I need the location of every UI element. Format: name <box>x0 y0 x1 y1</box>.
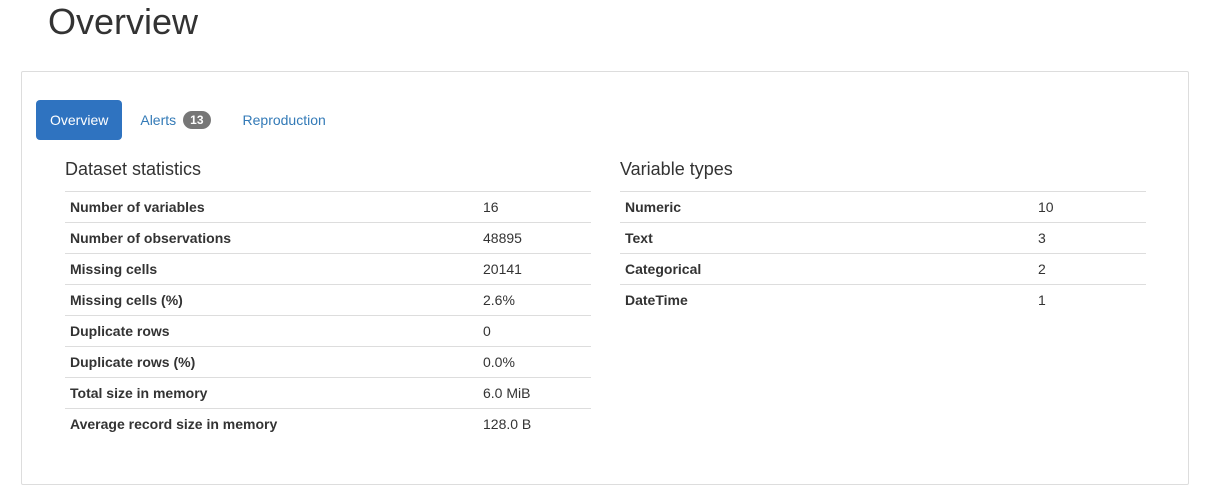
stat-value: 0 <box>478 315 591 347</box>
stat-label: Number of variables <box>65 191 478 223</box>
stat-value: 20141 <box>478 253 591 285</box>
type-label: Text <box>620 222 1033 254</box>
tab-reproduction-label: Reproduction <box>242 112 326 128</box>
table-row: Number of variables 16 <box>65 191 591 223</box>
tab-alerts-label: Alerts <box>140 112 177 128</box>
overview-panel: Overview Alerts 13 Reproduction Dataset … <box>21 71 1189 485</box>
type-label: Numeric <box>620 191 1033 223</box>
page-title: Overview <box>48 1 199 42</box>
stat-value: 6.0 MiB <box>478 377 591 409</box>
stat-label: Missing cells (%) <box>65 284 478 316</box>
variable-types-title: Variable types <box>620 159 733 179</box>
type-count: 10 <box>1033 191 1146 223</box>
stat-value: 48895 <box>478 222 591 254</box>
table-row: Duplicate rows 0 <box>65 315 591 347</box>
table-row: Text 3 <box>620 222 1146 254</box>
variable-types-section: Variable types Numeric 10 Text 3 Categor… <box>620 158 1146 316</box>
table-row: Categorical 2 <box>620 253 1146 285</box>
tab-reproduction[interactable]: Reproduction <box>229 100 340 140</box>
variable-types-table: Numeric 10 Text 3 Categorical 2 DateTime… <box>620 191 1146 316</box>
stat-label: Duplicate rows <box>65 315 478 347</box>
dataset-statistics-title: Dataset statistics <box>65 159 202 179</box>
table-row: Duplicate rows (%) 0.0% <box>65 346 591 378</box>
stat-label: Total size in memory <box>65 377 478 409</box>
type-count: 2 <box>1033 253 1146 285</box>
alerts-count-badge: 13 <box>183 111 211 129</box>
tab-overview-label: Overview <box>50 112 109 128</box>
table-row: Average record size in memory 128.0 B <box>65 408 591 440</box>
dataset-statistics-section: Dataset statistics Number of variables 1… <box>65 158 591 440</box>
stat-label: Average record size in memory <box>65 408 478 440</box>
table-row: Total size in memory 6.0 MiB <box>65 377 591 409</box>
tab-overview[interactable]: Overview <box>36 100 123 140</box>
type-count: 1 <box>1033 284 1146 316</box>
dataset-statistics-table: Number of variables 16 Number of observa… <box>65 191 591 440</box>
table-row: Numeric 10 <box>620 191 1146 223</box>
stat-value: 16 <box>478 191 591 223</box>
stat-label: Duplicate rows (%) <box>65 346 478 378</box>
table-row: Number of observations 48895 <box>65 222 591 254</box>
table-row: Missing cells (%) 2.6% <box>65 284 591 316</box>
type-label: DateTime <box>620 284 1033 316</box>
tab-bar: Overview Alerts 13 Reproduction <box>36 100 344 140</box>
table-row: Missing cells 20141 <box>65 253 591 285</box>
type-label: Categorical <box>620 253 1033 285</box>
type-count: 3 <box>1033 222 1146 254</box>
stat-label: Missing cells <box>65 253 478 285</box>
stat-label: Number of observations <box>65 222 478 254</box>
stat-value: 128.0 B <box>478 408 591 440</box>
stat-value: 0.0% <box>478 346 591 378</box>
tab-alerts[interactable]: Alerts 13 <box>126 100 224 140</box>
table-row: DateTime 1 <box>620 284 1146 316</box>
stat-value: 2.6% <box>478 284 591 316</box>
